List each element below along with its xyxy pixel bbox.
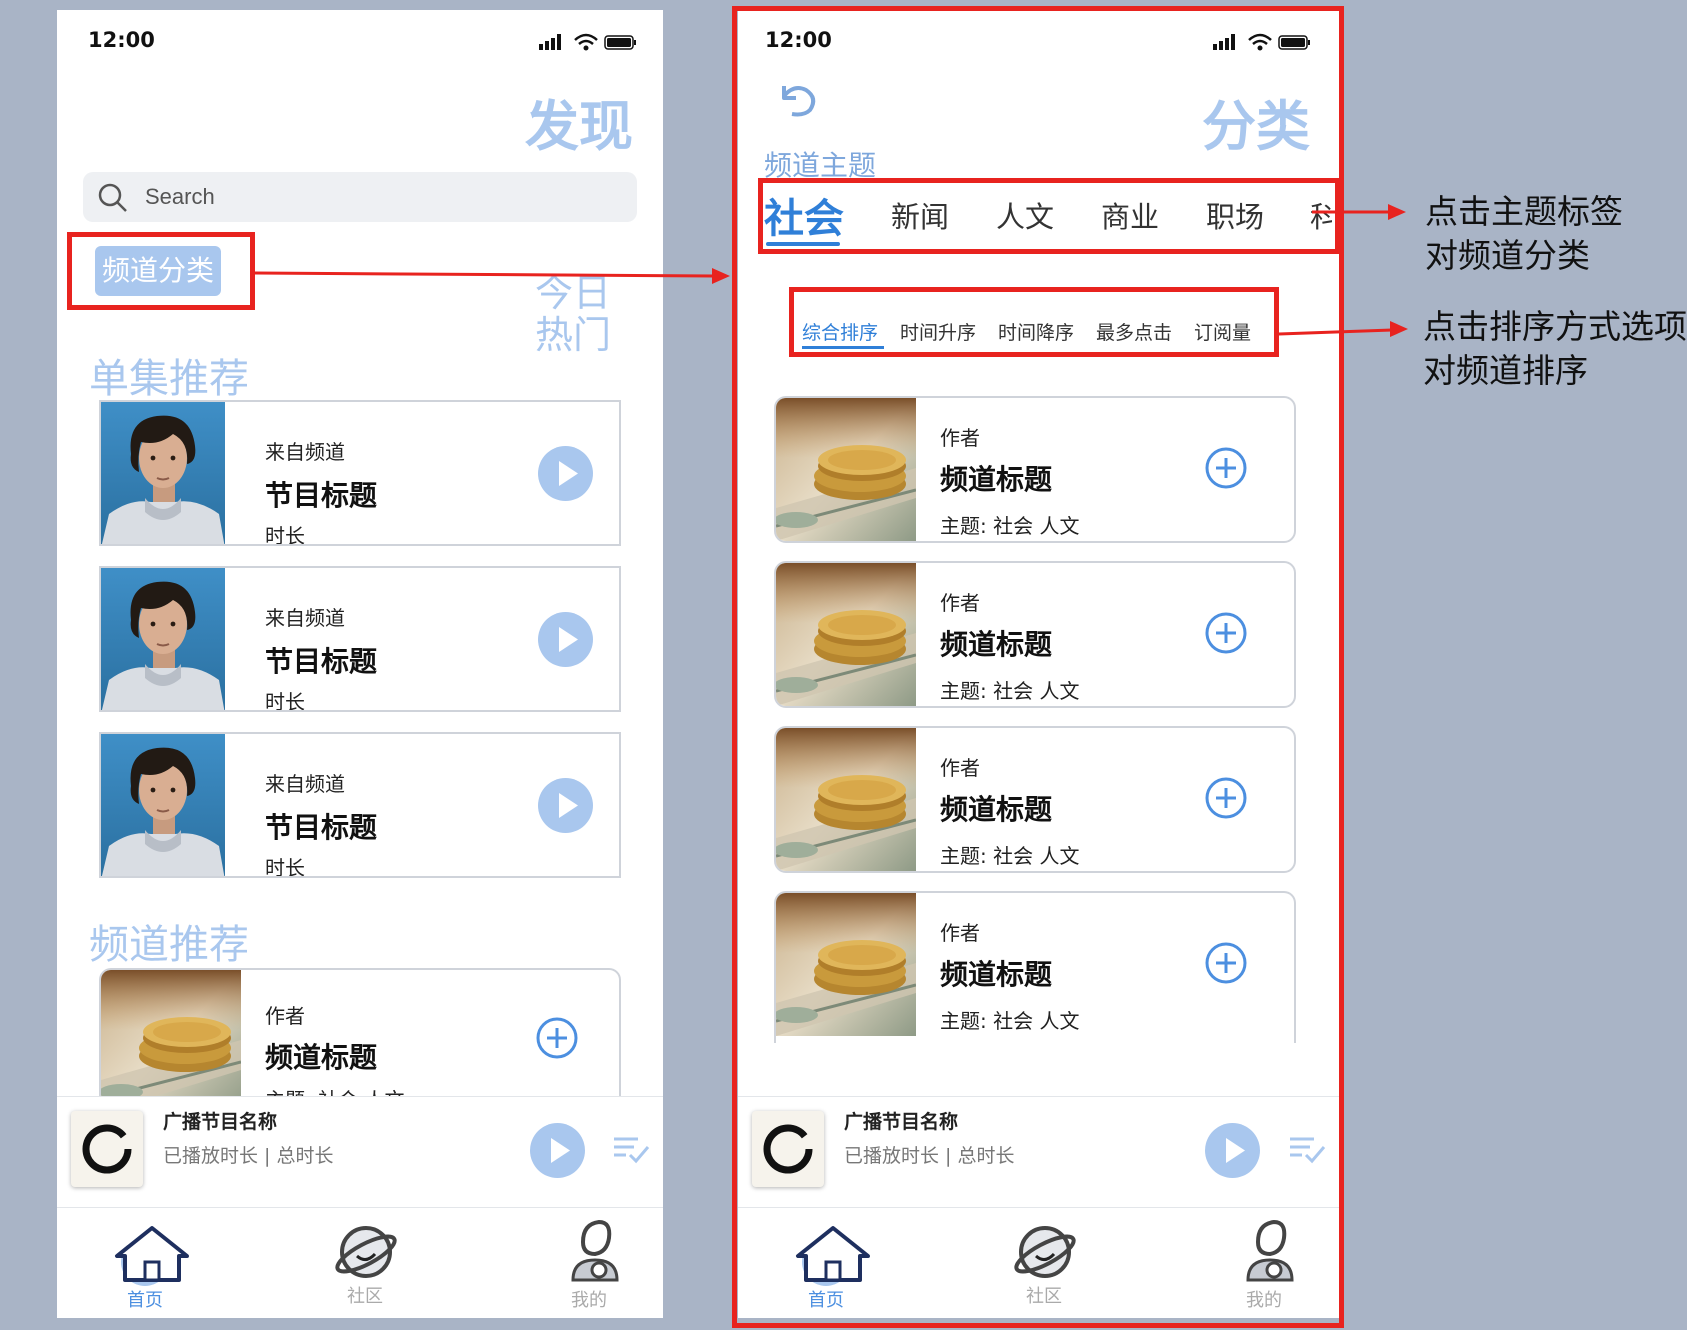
topic-annotation: 点击主题标签 对频道分类 <box>1425 192 1623 275</box>
sort-annotation: 点击排序方式选项 对频道排序 <box>1423 307 1687 390</box>
